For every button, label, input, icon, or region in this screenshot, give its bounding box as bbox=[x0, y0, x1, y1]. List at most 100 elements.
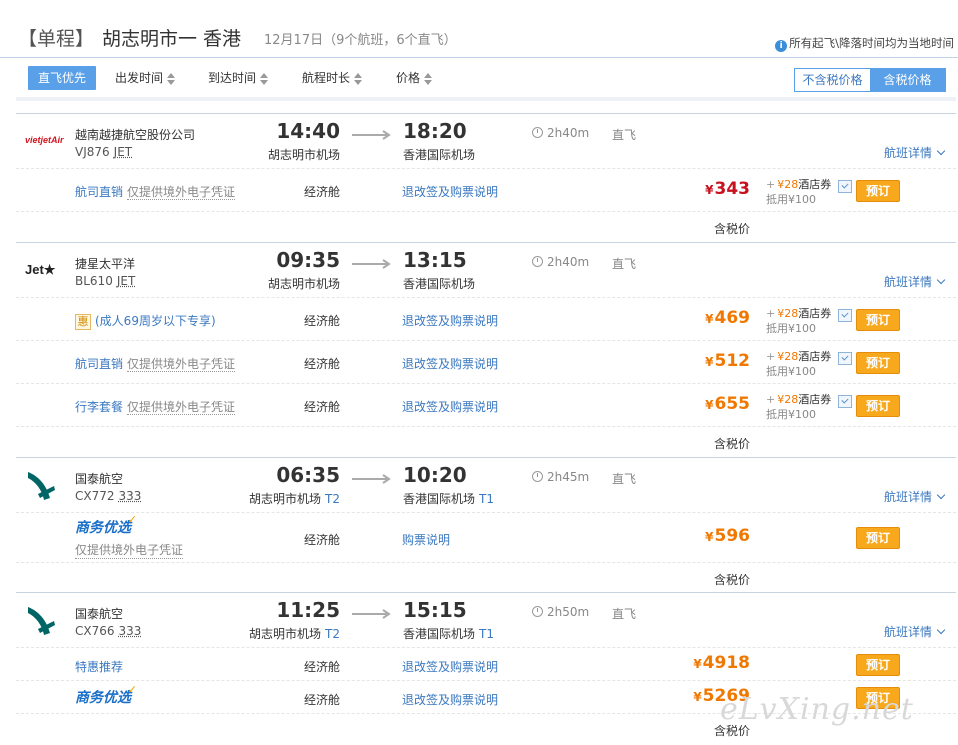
depart-airport-name: 胡志明市机场 bbox=[249, 492, 322, 506]
direct-flight-label: 直飞 bbox=[612, 128, 637, 142]
coupon-checkbox[interactable] bbox=[838, 180, 852, 193]
tax-row: 含税价 bbox=[16, 211, 956, 241]
arrive-terminal: T1 bbox=[479, 492, 494, 506]
arrive-terminal: T1 bbox=[479, 627, 494, 641]
fare-name[interactable]: 特惠推荐 bbox=[75, 658, 123, 675]
flight-details-text: 航班详情 bbox=[883, 146, 932, 160]
flight-duration: 2h40m bbox=[532, 126, 589, 140]
excl-tax-option[interactable]: 不含税价格 bbox=[795, 69, 870, 91]
fare-cabin: 经济舱 bbox=[304, 693, 341, 707]
title-bar: 【单程】 胡志明市一 香港 12月17日（9个航班，6个直飞） i 所有起飞\降落… bbox=[0, 0, 958, 58]
flight-details-link[interactable]: 航班详情 bbox=[884, 488, 946, 505]
info-icon: i bbox=[775, 40, 788, 52]
clock-icon bbox=[532, 256, 543, 267]
book-button[interactable]: 预订 bbox=[856, 527, 900, 549]
flight-header: 国泰航空 CX772 333 06:35 胡志明市机场 T2 10:20 香港国际机… bbox=[16, 458, 956, 512]
coupon-checkbox[interactable] bbox=[838, 309, 852, 322]
flight-number: VJ876 JET bbox=[75, 145, 132, 159]
currency-symbol: ¥ bbox=[705, 355, 714, 369]
depart-time: 11:25 bbox=[276, 598, 340, 622]
route-title: 胡志明市一 香港 bbox=[102, 28, 242, 50]
plane-type[interactable]: 333 bbox=[119, 489, 142, 503]
trip-type: 【单程】 bbox=[18, 28, 95, 50]
fare-rules-link[interactable]: 退改签及购票说明 bbox=[402, 312, 498, 329]
book-button[interactable]: 预订 bbox=[856, 352, 900, 374]
fare-name-text[interactable]: 航司直销 bbox=[75, 185, 123, 199]
depart-airport: 胡志明市机场 bbox=[267, 277, 340, 291]
sort-arrows-icon bbox=[167, 72, 176, 85]
airline-name: 捷星太平洋 bbox=[75, 257, 136, 271]
fare-rules-link[interactable]: 购票说明 bbox=[402, 531, 450, 548]
fare-cabin: 经济舱 bbox=[304, 314, 341, 328]
fare-rules-link[interactable]: 退改签及购票说明 bbox=[402, 183, 498, 200]
book-button[interactable]: 预订 bbox=[856, 180, 900, 202]
incl-tax-option[interactable]: 含税价格 bbox=[870, 69, 945, 91]
coupon-deduct: 抵用¥100 bbox=[766, 408, 816, 421]
fare-rules-link[interactable]: 退改签及购票说明 bbox=[402, 658, 498, 675]
fare-price: ¥4918 bbox=[693, 653, 750, 673]
fare-cabin: 经济舱 bbox=[304, 400, 341, 414]
fare-name: 航司直销 仅提供境外电子凭证 bbox=[75, 355, 236, 372]
coupon-label: 酒店券 bbox=[798, 393, 832, 406]
sort-depart-time[interactable]: 出发时间 bbox=[115, 66, 176, 90]
fare-name-text[interactable]: (成人69周岁以下专享) bbox=[95, 314, 216, 328]
flight-number-text: BL610 bbox=[75, 274, 113, 288]
sort-arrive-time-label: 到达时间 bbox=[208, 71, 257, 85]
currency-symbol: ¥ bbox=[693, 657, 702, 671]
sort-direct-first[interactable]: 直飞优先 bbox=[28, 66, 97, 90]
plane-type[interactable]: JET bbox=[117, 274, 135, 288]
direct-flight-label: 直飞 bbox=[612, 257, 637, 271]
fare-rules-link[interactable]: 退改签及购票说明 bbox=[402, 355, 498, 372]
fare-name-text[interactable]: 航司直销 bbox=[75, 357, 123, 371]
flight-card: 国泰航空 CX772 333 06:35 胡志明市机场 T2 10:20 香港国际机… bbox=[16, 457, 956, 592]
fare-rules-link[interactable]: 退改签及购票说明 bbox=[402, 398, 498, 415]
book-button[interactable]: 预订 bbox=[856, 654, 900, 676]
arrow-right-icon bbox=[352, 474, 391, 484]
arrive-time: 10:20 bbox=[403, 463, 467, 487]
sort-price-label: 价格 bbox=[396, 71, 421, 85]
arrive-airport: 香港国际机场 bbox=[403, 148, 476, 162]
plane-type[interactable]: JET bbox=[114, 145, 132, 159]
currency-symbol: ¥ bbox=[705, 183, 714, 197]
direct-flight-label: 直飞 bbox=[612, 607, 637, 621]
chevron-down-icon bbox=[936, 625, 946, 635]
book-button[interactable]: 预订 bbox=[856, 309, 900, 331]
flight-duration-text: 2h45m bbox=[547, 470, 590, 484]
tax-row: 含税价 bbox=[16, 562, 956, 592]
tax-row: 含税价 bbox=[16, 426, 956, 456]
svg-text:vietjetAir: vietjetAir bbox=[25, 135, 64, 145]
flight-card: vietjetAir 越南越捷航空股份公司 VJ876 JET 14:40 胡志明… bbox=[16, 113, 956, 241]
depart-time: 14:40 bbox=[276, 119, 340, 143]
airline-name: 国泰航空 bbox=[75, 472, 124, 486]
fare-cabin: 经济舱 bbox=[304, 357, 341, 371]
flight-details-text: 航班详情 bbox=[883, 625, 932, 639]
tax-included-label: 含税价 bbox=[713, 573, 750, 587]
depart-terminal: T2 bbox=[325, 492, 340, 506]
coupon-label: 酒店券 bbox=[798, 350, 832, 363]
fare-sub: 仅提供境外电子凭证 bbox=[127, 185, 236, 200]
timezone-note-text: 所有起飞\降落时间均为当地时间 bbox=[789, 36, 954, 50]
flight-details-link[interactable]: 航班详情 bbox=[883, 623, 946, 640]
coupon-checkbox[interactable] bbox=[838, 352, 852, 365]
flight-details-link[interactable]: 航班详情 bbox=[884, 273, 946, 290]
jetstar-logo-icon: Jet★ bbox=[24, 261, 68, 277]
sort-arrive-time[interactable]: 到达时间 bbox=[208, 66, 269, 90]
arrive-airport-name: 香港国际机场 bbox=[403, 627, 476, 641]
coupon-deduct: 抵用¥100 bbox=[766, 193, 816, 206]
fare-rules-link[interactable]: 退改签及购票说明 bbox=[402, 691, 498, 708]
coupon-checkbox[interactable] bbox=[838, 395, 852, 408]
depart-airport: 胡志明市机场 T2 bbox=[232, 625, 340, 642]
flight-details-link[interactable]: 航班详情 bbox=[883, 144, 946, 161]
fare-price: ¥655 bbox=[705, 394, 750, 414]
hotel-coupon: + ¥28酒店券 抵用¥100 bbox=[766, 350, 832, 378]
plane-type[interactable]: 333 bbox=[119, 624, 142, 638]
cathay-logo-icon bbox=[28, 607, 55, 635]
business-select-badge[interactable]: 商务优选 bbox=[75, 513, 137, 537]
sort-price[interactable]: 价格 bbox=[396, 66, 433, 90]
book-button[interactable]: 预订 bbox=[856, 395, 900, 417]
business-select-badge[interactable]: 商务优选 bbox=[75, 683, 137, 707]
fare-name-text[interactable]: 行李套餐 bbox=[75, 400, 123, 414]
flight-number-text: CX766 bbox=[75, 624, 115, 638]
sort-duration[interactable]: 航程时长 bbox=[302, 66, 363, 90]
sort-depart-time-label: 出发时间 bbox=[115, 71, 164, 85]
